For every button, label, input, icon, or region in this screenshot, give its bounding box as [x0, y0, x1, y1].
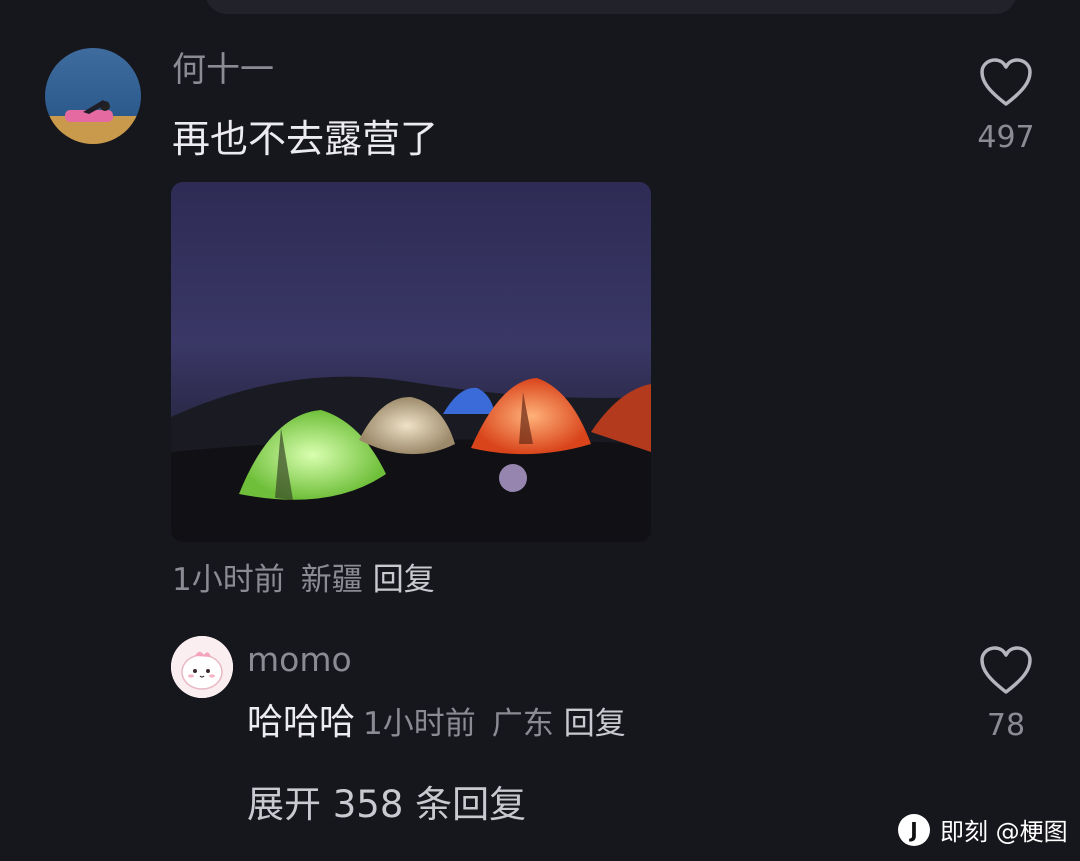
- watermark: J 即刻 @梗图: [898, 812, 1068, 847]
- reply-text: 哈哈哈: [247, 702, 356, 743]
- comment-username[interactable]: 何十一: [172, 50, 274, 90]
- comment-thread: 何十一 再也不去露营了 1小时前 新疆 回复 497 momo 哈哈哈 1小时前…: [0, 0, 1080, 861]
- reply-button[interactable]: 回复: [373, 562, 435, 598]
- comment-input-bar[interactable]: [205, 0, 1017, 14]
- like-count: 497: [977, 120, 1035, 155]
- reply-time: 1小时前: [363, 706, 476, 742]
- reply-avatar[interactable]: [171, 636, 233, 698]
- reply-username[interactable]: momo: [247, 640, 352, 680]
- reply-like-button[interactable]: 78: [961, 646, 1051, 744]
- comment-text: 再也不去露营了: [172, 117, 439, 161]
- comment-time: 1小时前: [172, 562, 285, 598]
- like-button[interactable]: 497: [961, 58, 1051, 156]
- reply-like-count: 78: [986, 708, 1026, 743]
- reply-content: 哈哈哈 1小时前 广东 回复: [247, 701, 626, 751]
- comment-location: 新疆: [300, 562, 363, 598]
- expand-replies-button[interactable]: 展开 358 条回复: [247, 782, 526, 828]
- avatar[interactable]: [45, 48, 141, 144]
- comment-image[interactable]: [171, 182, 651, 542]
- reply-reply-button[interactable]: 回复: [564, 706, 626, 742]
- comment-meta: 1小时前 新疆 回复: [172, 560, 435, 600]
- heart-outline-icon: [980, 646, 1032, 694]
- reply-location: 广东: [491, 706, 554, 742]
- heart-outline-icon: [980, 58, 1032, 106]
- jike-logo-icon: J: [898, 813, 930, 846]
- watermark-text: 即刻 @梗图: [940, 818, 1068, 846]
